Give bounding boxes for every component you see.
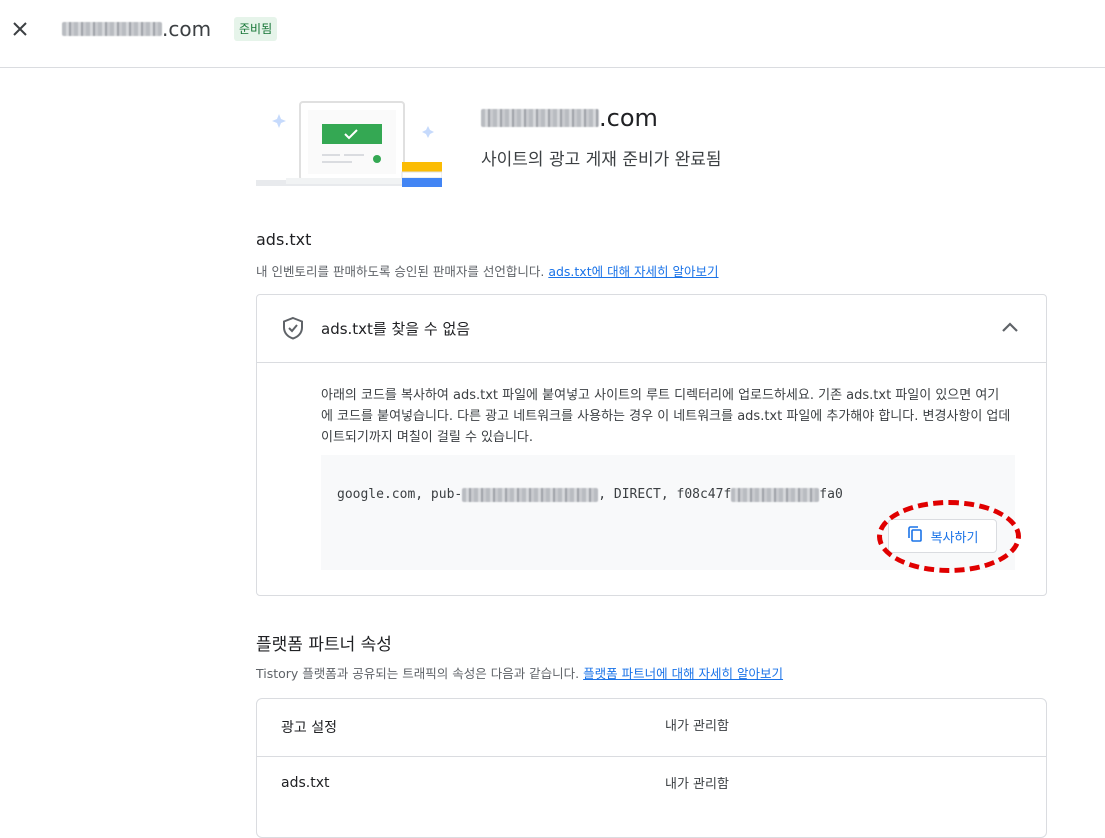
site-ready-illustration bbox=[256, 98, 443, 188]
status-badge: 준비됨 bbox=[234, 17, 278, 41]
property-name: ads.txt bbox=[281, 775, 330, 791]
copy-icon bbox=[907, 526, 923, 546]
ads-txt-code: google.com, pub- , DIRECT, f08c47f fa0 bbox=[337, 487, 843, 502]
redacted-cert-id bbox=[731, 487, 820, 502]
top-bar: .com 준비됨 bbox=[0, 0, 1105, 68]
ads-txt-description-text: 내 인벤토리를 판매하도록 승인된 판매자를 선언합니다. bbox=[256, 264, 549, 279]
ads-txt-card-header[interactable]: ads.txt를 찾을 수 없음 bbox=[257, 295, 1046, 363]
site-title: .com bbox=[62, 17, 211, 41]
close-icon[interactable] bbox=[8, 17, 32, 41]
property-value: 내가 관리함 bbox=[665, 719, 729, 734]
table-row: 광고 설정 내가 관리함 bbox=[257, 699, 1046, 756]
ads-txt-instructions: 아래의 코드를 복사하여 ads.txt 파일에 붙여넣고 사이트의 루트 디렉… bbox=[321, 388, 1011, 445]
hero-subtitle: 사이트의 광고 게재 준비가 완료됨 bbox=[481, 150, 722, 170]
platform-properties-table: 광고 설정 내가 관리함 ads.txt 내가 관리함 bbox=[256, 698, 1047, 838]
ads-txt-code-box: google.com, pub- , DIRECT, f08c47f fa0 복… bbox=[321, 455, 1015, 570]
code-middle: , DIRECT, f08c47f bbox=[598, 487, 732, 502]
chevron-up-icon[interactable] bbox=[999, 317, 1021, 339]
ads-txt-title: ads.txt bbox=[256, 230, 312, 249]
property-value: 내가 관리함 bbox=[665, 777, 729, 792]
platform-learn-more-link[interactable]: 플랫폼 파트너에 대해 자세히 알아보기 bbox=[583, 666, 783, 681]
hero-domain: .com bbox=[481, 104, 658, 132]
site-title-suffix: .com bbox=[162, 17, 212, 41]
ads-txt-description: 내 인벤토리를 판매하도록 승인된 판매자를 선언합니다. ads.txt에 대… bbox=[256, 261, 719, 280]
redacted-domain bbox=[481, 109, 599, 127]
property-name: 광고 설정 bbox=[281, 720, 337, 736]
ads-txt-learn-more-link[interactable]: ads.txt에 대해 자세히 알아보기 bbox=[548, 264, 718, 279]
code-prefix: google.com, pub- bbox=[337, 487, 463, 502]
shield-icon bbox=[282, 316, 304, 340]
hero-domain-suffix: .com bbox=[599, 104, 658, 132]
redacted-publisher-id bbox=[462, 487, 599, 502]
platform-title: 플랫폼 파트너 속성 bbox=[256, 635, 392, 655]
redacted-domain bbox=[62, 22, 162, 36]
platform-description: Tistory 플랫폼과 공유되는 트래픽의 속성은 다음과 같습니다. 플랫폼… bbox=[256, 663, 783, 682]
copy-button-label: 복사하기 bbox=[930, 530, 979, 546]
code-suffix: fa0 bbox=[819, 487, 843, 502]
copy-button[interactable]: 복사하기 bbox=[888, 519, 997, 553]
table-row: ads.txt 내가 관리함 bbox=[257, 756, 1046, 814]
ads-txt-status: ads.txt를 찾을 수 없음 bbox=[321, 320, 471, 338]
ads-txt-card: ads.txt를 찾을 수 없음 아래의 코드를 복사하여 ads.txt 파일… bbox=[256, 294, 1047, 596]
platform-description-text: Tistory 플랫폼과 공유되는 트래픽의 속성은 다음과 같습니다. bbox=[256, 666, 584, 681]
